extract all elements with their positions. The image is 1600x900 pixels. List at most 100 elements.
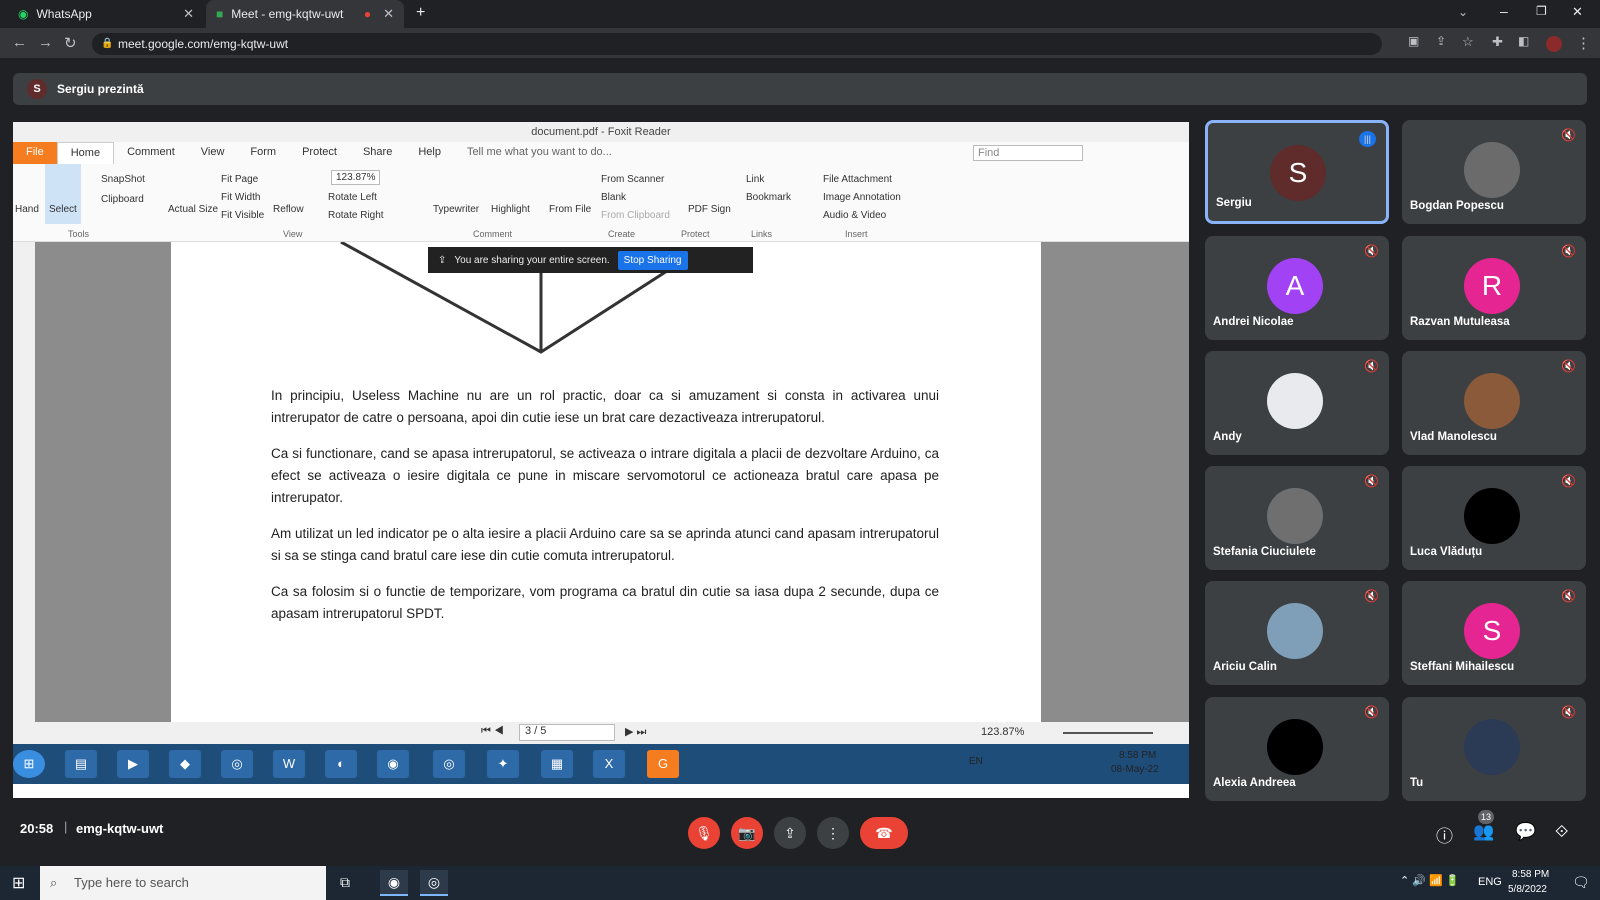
menu-home[interactable]: Home xyxy=(56,142,115,164)
file-attachment-button[interactable]: File Attachment xyxy=(823,174,892,185)
tab-search-icon[interactable]: ⌄ xyxy=(1458,5,1468,19)
people-icon[interactable]: 👥 xyxy=(1473,822,1494,842)
audio-video-button[interactable]: Audio & Video xyxy=(823,210,886,221)
snapshot-button[interactable]: SnapShot xyxy=(101,174,145,185)
participant-tile[interactable]: Vlad Manolescu 🔇 xyxy=(1402,351,1586,455)
reload-icon[interactable]: ↻ xyxy=(64,34,77,52)
task-view-icon[interactable]: ⧉ xyxy=(340,874,350,891)
menu-form[interactable]: Form xyxy=(237,142,289,164)
url-field[interactable]: 🔒 meet.google.com/emg-kqtw-uwt xyxy=(92,33,1382,55)
app-icon[interactable]: ◐ xyxy=(325,750,357,778)
status-zoom[interactable]: 123.87% xyxy=(981,726,1024,738)
from-file-button[interactable]: From File xyxy=(549,204,591,215)
menu-protect[interactable]: Protect xyxy=(289,142,350,164)
page-input[interactable]: 3 / 5 xyxy=(519,724,615,741)
notifications-icon[interactable]: 🗨 xyxy=(1572,874,1590,891)
new-tab-icon[interactable]: + xyxy=(416,4,425,22)
participant-tile[interactable]: Andy 🔇 xyxy=(1205,351,1389,455)
notepad-icon[interactable]: ▦ xyxy=(541,750,573,778)
language-indicator[interactable]: ENG xyxy=(1478,876,1502,888)
restore-icon[interactable]: ❐ xyxy=(1536,4,1547,18)
menu-file[interactable]: File xyxy=(13,142,57,164)
participant-tile[interactable]: Stefania Ciuciulete 🔇 xyxy=(1205,466,1389,570)
back-icon[interactable]: ← xyxy=(12,34,27,51)
forward-icon[interactable]: → xyxy=(38,34,53,51)
word-icon[interactable]: W xyxy=(273,750,305,778)
bookmark-button[interactable]: Bookmark xyxy=(746,192,791,203)
taskbar-search[interactable]: ⌕ Type here to search xyxy=(40,866,326,900)
participant-tile[interactable]: S Sergiu ||| xyxy=(1205,120,1389,224)
camera-off-icon[interactable]: 📷 xyxy=(731,817,763,849)
find-input[interactable]: Find xyxy=(973,145,1083,161)
extensions-icon[interactable]: ✚ xyxy=(1492,34,1503,50)
menu-comment[interactable]: Comment xyxy=(114,142,188,164)
discord-icon[interactable]: ◉ xyxy=(380,870,408,896)
participant-tile[interactable]: S Steffani Mihailescu 🔇 xyxy=(1402,581,1586,685)
excel-icon[interactable]: X xyxy=(593,750,625,778)
participant-tile[interactable]: Luca Vlăduțu 🔇 xyxy=(1402,466,1586,570)
fit-page-button[interactable]: Fit Page xyxy=(221,174,258,185)
hand-tool[interactable]: Hand xyxy=(15,204,39,215)
foxit-nav-panel[interactable] xyxy=(13,242,35,722)
actual-size-button[interactable]: Actual Size xyxy=(168,204,218,215)
app-icon[interactable]: ◆ xyxy=(169,750,201,778)
bookmark-star-icon[interactable]: ☆ xyxy=(1462,34,1474,50)
participant-tile[interactable]: Tu 🔇 xyxy=(1402,697,1586,801)
activities-icon[interactable]: ⟐ xyxy=(1555,822,1568,842)
pdf-sign-button[interactable]: PDF Sign xyxy=(688,204,731,215)
participant-tile[interactable]: Alexia Andreea 🔇 xyxy=(1205,697,1389,801)
firefox-icon[interactable]: ◉ xyxy=(377,750,409,778)
chrome-icon[interactable]: ◎ xyxy=(420,870,448,896)
close-window-icon[interactable]: ✕ xyxy=(1572,4,1583,20)
tab-meet[interactable]: ■ Meet - emg-kqtw-uwt ● ✕ xyxy=(206,0,404,28)
end-call-button[interactable]: ☎ xyxy=(860,817,908,849)
highlight-button[interactable]: Highlight xyxy=(491,204,530,215)
clipboard-button[interactable]: Clipboard xyxy=(101,194,144,205)
chrome-icon[interactable]: ◎ xyxy=(221,750,253,778)
more-options-icon[interactable]: ⋮ xyxy=(817,817,849,849)
media-player-icon[interactable]: ▶ xyxy=(117,750,149,778)
profile-avatar[interactable] xyxy=(1546,36,1562,52)
present-icon[interactable]: ⇪ xyxy=(774,817,806,849)
stop-sharing-button[interactable]: Stop Sharing xyxy=(617,250,688,270)
chat-icon[interactable]: 💬 xyxy=(1515,822,1536,842)
close-icon[interactable]: ✕ xyxy=(183,6,194,22)
menu-icon[interactable]: ⋮ xyxy=(1576,34,1591,52)
image-annotation-button[interactable]: Image Annotation xyxy=(823,192,901,203)
chrome-icon[interactable]: ◎ xyxy=(433,750,465,778)
from-scanner-button[interactable]: From Scanner xyxy=(601,174,664,185)
explorer-icon[interactable]: ▤ xyxy=(65,750,97,778)
participant-tile[interactable]: R Razvan Mutuleasa 🔇 xyxy=(1402,236,1586,340)
blank-button[interactable]: Blank xyxy=(601,192,626,203)
from-clipboard-button[interactable]: From Clipboard xyxy=(601,210,670,221)
close-icon[interactable]: ✕ xyxy=(383,6,394,22)
tell-me-field[interactable]: Tell me what you want to do... xyxy=(454,142,625,164)
fit-visible-button[interactable]: Fit Visible xyxy=(221,210,264,221)
windows-start-icon[interactable]: ⊞ xyxy=(12,873,25,893)
menu-share[interactable]: Share xyxy=(350,142,405,164)
first-page-icon[interactable]: ⏮ ◀ xyxy=(481,725,504,738)
zoom-slider[interactable] xyxy=(1063,732,1153,734)
share-icon[interactable]: ⇪ xyxy=(1436,34,1446,48)
tray-icons[interactable]: ⌃ 🔊 📶 🔋 xyxy=(1400,874,1459,887)
mic-off-icon[interactable]: 🎙 xyxy=(688,817,720,849)
select-tool[interactable]: Select xyxy=(45,164,81,224)
zoom-select[interactable]: 123.87% xyxy=(331,170,381,185)
typewriter-button[interactable]: Typewriter xyxy=(433,204,479,215)
menu-view[interactable]: View xyxy=(188,142,238,164)
camera-icon[interactable]: ▣ xyxy=(1408,34,1419,48)
link-button[interactable]: Link xyxy=(746,174,764,185)
app-icon[interactable]: ✦ xyxy=(487,750,519,778)
info-icon[interactable]: ⓘ xyxy=(1436,822,1453,847)
reflow-button[interactable]: Reflow xyxy=(273,204,304,215)
rotate-left-button[interactable]: Rotate Left xyxy=(328,192,377,203)
tab-whatsapp[interactable]: ◉ WhatsApp ✕ xyxy=(8,0,204,28)
participant-tile[interactable]: Ariciu Calin 🔇 xyxy=(1205,581,1389,685)
participant-tile[interactable]: A Andrei Nicolae 🔇 xyxy=(1205,236,1389,340)
sidebar-icon[interactable]: ◧ xyxy=(1518,34,1529,48)
next-page-icon[interactable]: ▶ ⏭ xyxy=(625,725,646,739)
rotate-right-button[interactable]: Rotate Right xyxy=(328,210,384,221)
foxit-icon[interactable]: G xyxy=(647,750,679,778)
menu-help[interactable]: Help xyxy=(405,142,454,164)
fit-width-button[interactable]: Fit Width xyxy=(221,192,260,203)
